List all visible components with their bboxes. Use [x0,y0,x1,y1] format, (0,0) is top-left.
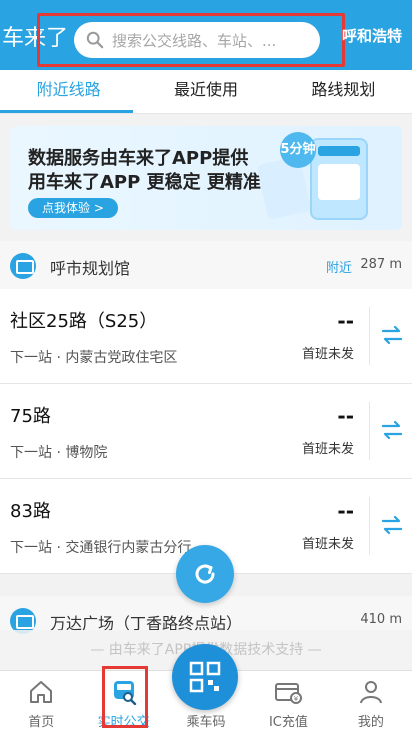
route-status: 首班未发 [301,442,354,457]
route-eta: -- [337,404,354,428]
divider [369,307,370,365]
route-name: 社区25路（S25） [10,311,158,332]
near-label: 附近 [325,261,352,276]
city-selector[interactable]: 呼和浩特 [342,25,402,46]
stop-section: 呼市规划馆 附近 287 m 社区25路（S25） 下一站 · 内蒙古党政住宅区… [0,241,412,574]
profile-icon [359,681,382,704]
nav-label: 乘车码 [186,715,226,730]
promo-banner[interactable]: 数据服务由车来了APP提供 用车来了APP 更稳定 更精准 点我体验 > 5分钟 [10,126,402,230]
banner-badge: 5分钟 [280,132,316,168]
swap-direction-icon[interactable] [380,513,404,537]
nav-highlight-box [102,666,148,728]
nav-label: 首页 [28,715,55,730]
swap-direction-icon[interactable] [380,323,404,347]
divider [369,497,370,555]
route-name: 83路 [10,501,51,522]
nav-ic-recharge[interactable]: ¥ IC充值 [247,671,329,730]
search-highlight-box: 搜索公交线路、车站、... [37,13,345,67]
refresh-button[interactable] [176,545,234,603]
banner-subline: 用车来了APP 更稳定 更精准 [28,172,261,193]
refresh-icon [195,564,215,584]
route-row[interactable]: 社区25路（S25） 下一站 · 内蒙古党政住宅区 -- 首班未发 [0,289,412,384]
stop-name: 呼市规划馆 [50,259,131,278]
divider [369,402,370,460]
route-eta: -- [337,499,354,523]
card-recharge-icon: ¥ [275,683,303,704]
stop-distance: 410 m [360,612,402,627]
ride-qr-code-button[interactable] [172,644,238,710]
bus-stop-icon [10,253,36,279]
search-icon [86,31,104,49]
route-row[interactable]: 75路 下一站 · 博物院 -- 首班未发 [0,384,412,479]
stop-distance: 287 m [360,257,402,272]
tab-bar: 附近线路 最近使用 路线规划 [0,70,412,114]
tab-route-planning[interactable]: 路线规划 [275,70,412,113]
nav-label: IC充值 [268,715,308,730]
search-placeholder: 搜索公交线路、车站、... [112,31,277,50]
banner-try-button[interactable]: 点我体验 > [28,198,118,218]
banner-phone-graphic [310,138,368,220]
route-status: 首班未发 [301,347,354,362]
tab-recent[interactable]: 最近使用 [137,70,274,113]
banner-headline: 数据服务由车来了APP提供 [28,148,249,169]
route-eta: -- [337,309,354,333]
top-header: 车来了 搜索公交线路、车站、... 呼和浩特 [0,0,412,70]
nav-home[interactable]: 首页 [0,671,82,730]
home-icon [30,681,53,703]
qr-code-icon [189,661,221,693]
stop-header[interactable]: 呼市规划馆 附近 287 m [0,241,412,289]
route-next-stop: 下一站 · 博物院 [10,445,108,461]
swap-direction-icon[interactable] [380,418,404,442]
route-status: 首班未发 [301,537,354,552]
route-next-stop: 下一站 · 交通银行内蒙古分行 [10,540,192,556]
tab-nearby-routes[interactable]: 附近线路 [0,70,137,113]
nav-label: 我的 [357,715,384,730]
route-next-stop: 下一站 · 内蒙古党政住宅区 [10,350,178,366]
nav-profile[interactable]: 我的 [330,671,412,730]
search-input[interactable]: 搜索公交线路、车站、... [74,22,320,58]
svg-text:¥: ¥ [294,695,299,703]
route-name: 75路 [10,406,51,427]
banner-illustration: 5分钟 [256,132,392,224]
